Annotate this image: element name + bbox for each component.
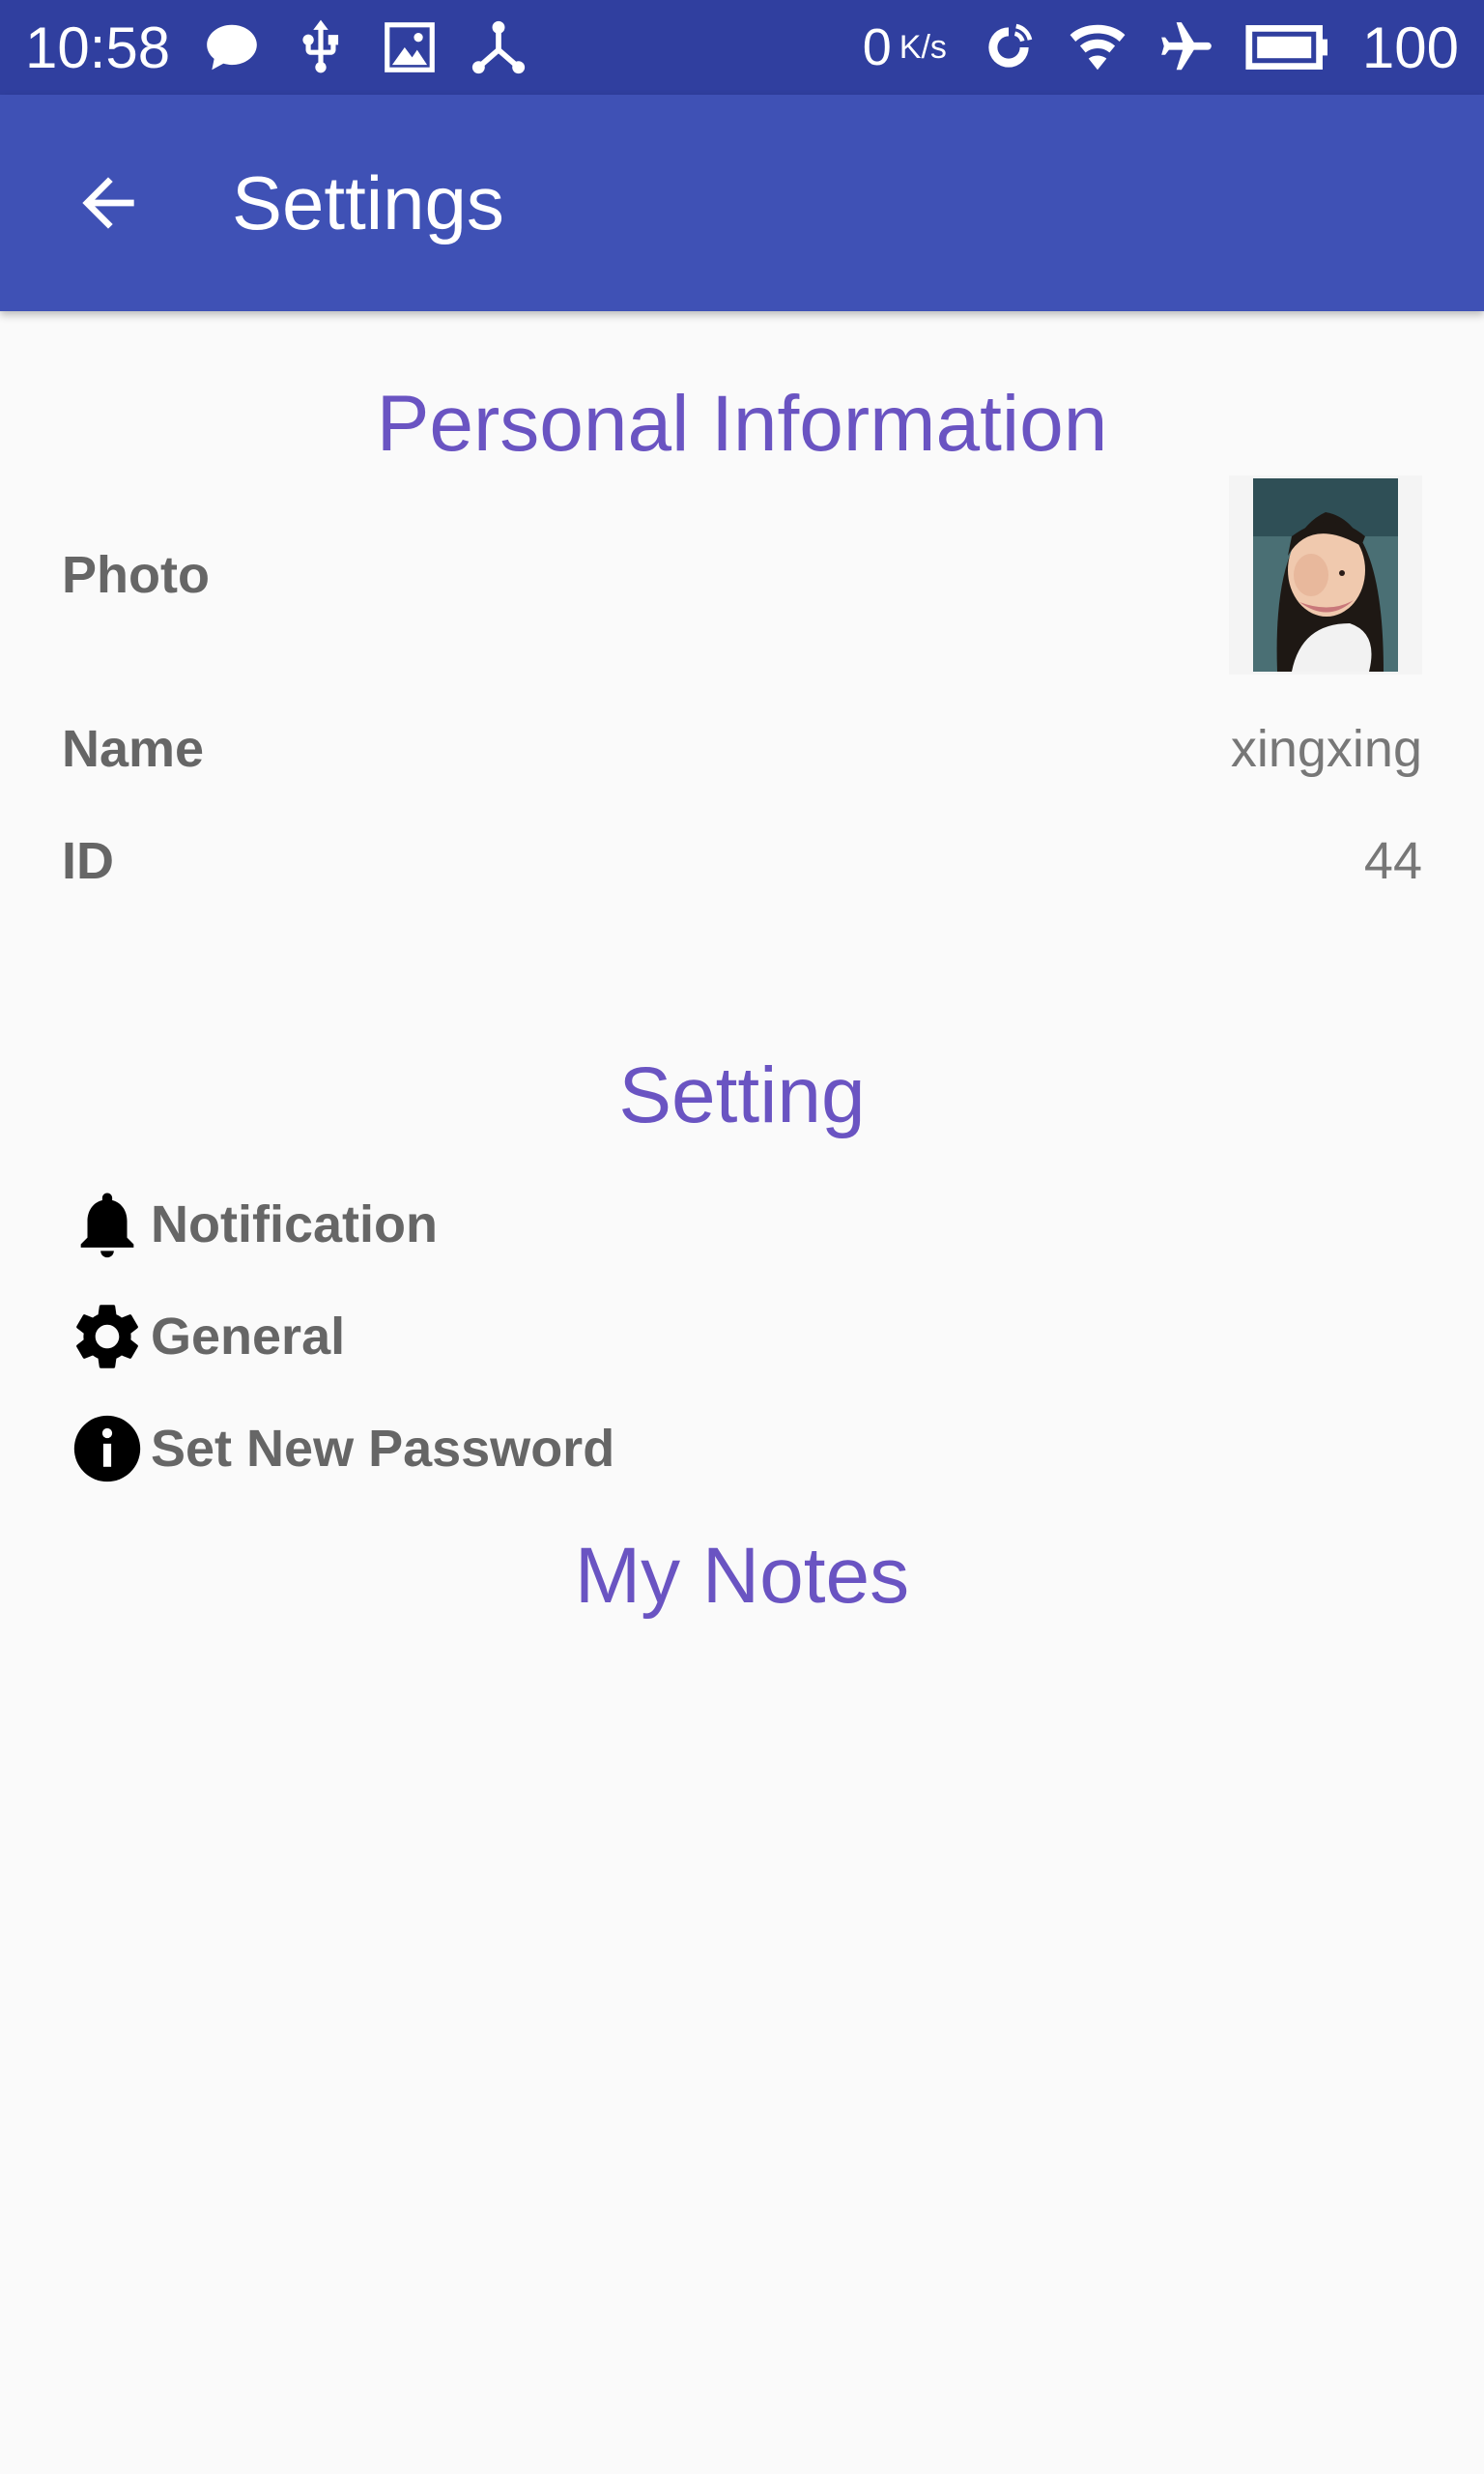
network-speed-value: 0	[862, 18, 892, 76]
back-button[interactable]	[62, 157, 155, 249]
setting-item-general[interactable]: General	[66, 1295, 345, 1378]
status-time: 10:58	[25, 14, 171, 80]
data-saver-icon	[974, 16, 1043, 78]
avatar-photo	[1253, 478, 1398, 672]
personal-info-heading: Personal Information	[376, 380, 1108, 468]
my-notes-heading: My Notes	[574, 1532, 910, 1620]
setting-item-notification[interactable]: Notification	[66, 1183, 438, 1266]
setting-item-label: General	[151, 1308, 346, 1366]
battery-level: 100	[1361, 14, 1459, 80]
status-right: 0 K/s 100	[863, 14, 1459, 81]
setting-item-label: Set New Password	[151, 1420, 615, 1478]
arrow-back-icon	[82, 177, 134, 229]
image-icon	[375, 16, 444, 78]
wifi-icon	[1063, 16, 1132, 78]
airplane-mode-icon	[1152, 16, 1221, 78]
info-icon	[66, 1407, 149, 1490]
photo-row[interactable]: Photo	[62, 474, 1422, 676]
gear-icon	[66, 1295, 149, 1378]
network-speed-unit: K/s	[899, 28, 947, 66]
setting-heading: Setting	[618, 1051, 866, 1139]
avatar[interactable]	[1229, 475, 1422, 675]
name-value: xingxing	[1230, 720, 1422, 778]
bell-icon	[66, 1183, 149, 1266]
id-label: ID	[62, 832, 114, 890]
id-row: ID 44	[62, 822, 1422, 900]
usb-icon	[286, 16, 356, 78]
status-bar: 10:58 0 K/s 100	[0, 0, 1484, 95]
setting-item-label: Notification	[151, 1195, 438, 1253]
chat-bubble-icon	[197, 16, 267, 78]
id-value: 44	[1363, 832, 1422, 890]
name-row[interactable]: Name xingxing	[62, 710, 1422, 788]
photo-label: Photo	[62, 546, 210, 604]
battery-icon	[1241, 16, 1333, 78]
name-label: Name	[62, 720, 205, 778]
status-left: 10:58	[25, 14, 553, 81]
page-title: Settings	[232, 159, 504, 245]
app-bar: Settings	[0, 95, 1484, 311]
share-nodes-icon	[464, 16, 533, 78]
setting-item-set-new-password[interactable]: Set New Password	[66, 1407, 614, 1490]
